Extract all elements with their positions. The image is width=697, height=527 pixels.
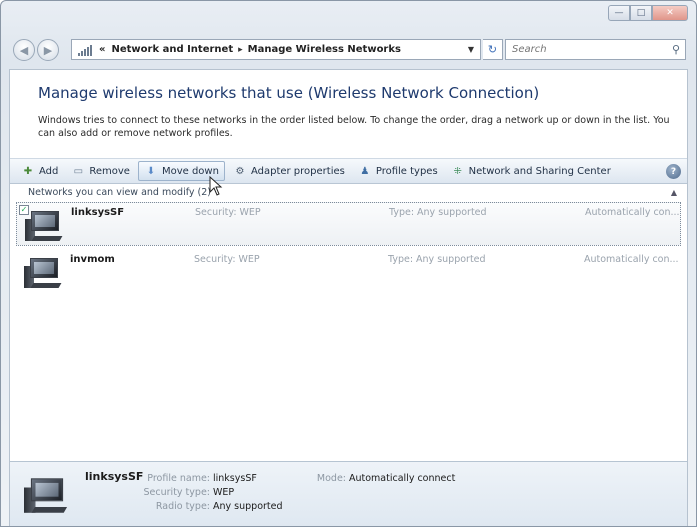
security-type-value: WEP [213,487,235,498]
radio-type-label: Radio type: [155,501,210,512]
minimize-button[interactable]: — [608,5,630,21]
page-description: Windows tries to connect to these networ… [38,115,670,139]
move-down-icon: ⬇ [146,165,156,177]
network-row-linksyssf[interactable]: ✓ linksysSF Security: WEP Type: Any supp… [16,202,681,246]
search-input[interactable] [512,44,662,55]
adapter-properties-label: Adapter properties [250,165,345,177]
mode-value: Automatically connect [349,473,456,484]
network-row-invmom[interactable]: invmom Security: WEP Type: Any supported… [16,250,681,294]
computer-icon [24,476,68,515]
back-button[interactable]: ◀ [13,39,35,61]
network-location-icon [78,44,92,56]
network-sharing-center-label: Network and Sharing Center [468,165,611,177]
breadcrumb-network-and-internet[interactable]: Network and Internet [111,44,233,55]
network-mode: Automatically con... [585,207,680,218]
command-toolbar: ✚ Add ▭ Remove ⬇ Move down ⚙ Adapter pro… [10,158,687,184]
add-button-label: Add [39,165,59,177]
mouse-cursor-icon [209,176,223,196]
add-button[interactable]: ✚ Add [16,161,63,181]
search-icon[interactable]: ⚲ [672,43,680,56]
profile-types-button[interactable]: ♟ Profile types [353,161,443,181]
adapter-properties-button[interactable]: ⚙ Adapter properties [228,161,350,181]
network-mode: Automatically con... [584,254,679,265]
forward-arrow-icon: ▶ [43,43,53,57]
network-type: Type: Any supported [389,207,487,218]
mode-label: Mode: [316,473,346,484]
sharing-center-icon: ⁜ [453,165,462,177]
move-down-button-label: Move down [161,165,219,177]
caption-buttons: — □ ✕ [608,5,688,21]
profile-name-value: linksysSF [213,473,257,484]
navigation-bar: ◀ ▶ « Network and Internet ▸ Manage Wire… [13,37,686,63]
breadcrumb-prefix[interactable]: « [99,44,105,55]
profile-types-label: Profile types [375,165,438,177]
back-arrow-icon: ◀ [19,43,29,57]
network-type: Type: Any supported [388,254,486,265]
forward-button[interactable]: ▶ [37,39,59,61]
page-title: Manage wireless networks that use (Wirel… [38,84,540,102]
breadcrumb-manage-wireless-networks[interactable]: Manage Wireless Networks [248,44,401,55]
refresh-icon: ↻ [487,43,498,56]
radio-type-value: Any supported [213,501,283,512]
refresh-button[interactable]: ↻ [483,39,503,60]
remove-button[interactable]: ▭ Remove [66,161,135,181]
network-name: invmom [70,254,115,265]
address-bar[interactable]: « Network and Internet ▸ Manage Wireless… [71,39,481,60]
remove-network-icon: ▭ [73,165,84,177]
maximize-button[interactable]: □ [630,5,652,21]
profile-name-label: Profile name: [147,473,210,484]
details-network-name: linksysSF [85,470,144,483]
address-dropdown-icon[interactable]: ▼ [468,45,474,54]
help-icon[interactable]: ? [666,164,681,179]
computer-icon [25,209,63,243]
network-security: Security: WEP [195,207,261,218]
network-security: Security: WEP [194,254,260,265]
add-network-icon: ✚ [23,165,33,177]
search-box[interactable]: ⚲ [505,39,686,60]
collapse-group-icon[interactable]: ▲ [671,188,677,197]
profile-types-icon: ♟ [360,165,370,177]
close-button[interactable]: ✕ [652,5,688,21]
details-pane: linksysSF Profile name: linksysSF Securi… [10,461,687,526]
remove-button-label: Remove [89,165,130,177]
computer-icon [24,256,62,290]
security-type-label: Security type: [143,487,210,498]
manage-wireless-networks-window: — □ ✕ ◀ ▶ « Network and Internet ▸ Manag… [0,0,697,527]
network-name: linksysSF [71,207,125,218]
group-header: Networks you can view and modify (2) [28,187,211,198]
network-list: ✓ linksysSF Security: WEP Type: Any supp… [10,202,687,298]
breadcrumb-separator[interactable]: ▸ [238,45,243,55]
adapter-icon: ⚙ [235,165,245,177]
content-pane: Manage wireless networks that use (Wirel… [9,69,688,526]
network-sharing-center-button[interactable]: ⁜ Network and Sharing Center [446,161,616,181]
